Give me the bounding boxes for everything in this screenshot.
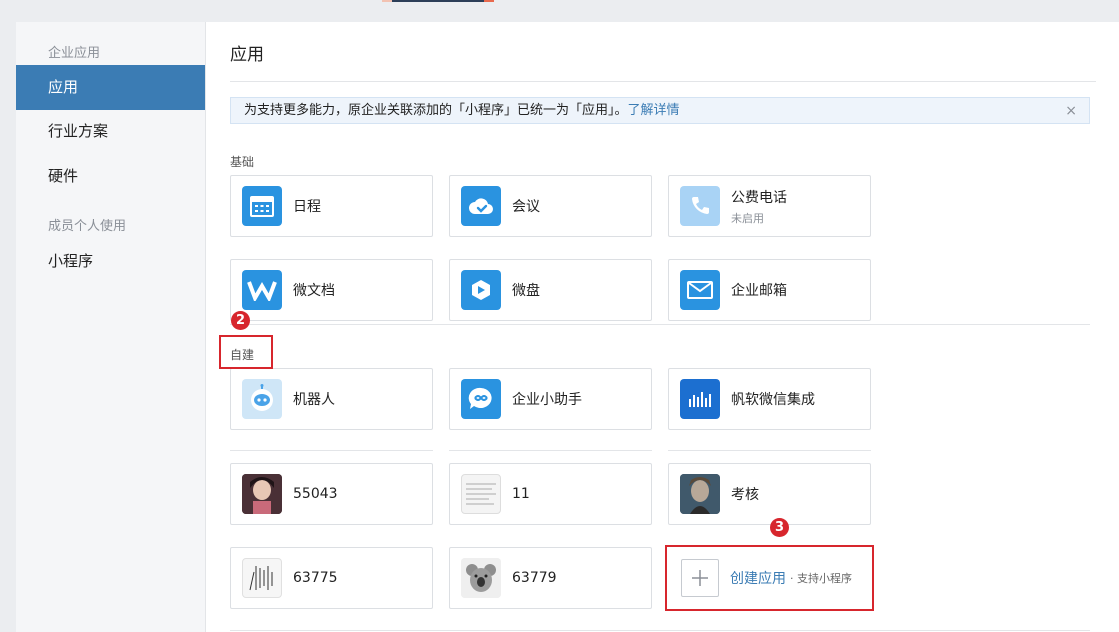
app-card-63779[interactable]: 63779: [449, 547, 652, 609]
divider: [230, 630, 1090, 631]
sidebar-item-apps[interactable]: 应用: [16, 65, 205, 110]
app-name: 55043: [293, 486, 338, 502]
main-panel: 应用 为支持更多能力，原企业关联添加的「小程序」已统一为「应用」。了解详情 × …: [206, 22, 1119, 632]
sidebar-item-industry-solutions[interactable]: 行业方案: [16, 109, 108, 154]
app-card-assistant[interactable]: 企业小助手: [449, 368, 652, 430]
top-tab-indicator-edge: [382, 0, 392, 2]
divider: [230, 450, 433, 451]
sidebar-group-enterprise: 企业应用: [48, 46, 101, 61]
robot-icon: [242, 379, 282, 419]
avatar-thumbnail-icon: [242, 474, 282, 514]
notice-text: 为支持更多能力，原企业关联添加的「小程序」已统一为「应用」。: [244, 103, 628, 118]
page-title: 应用: [230, 45, 264, 65]
sidebar-group-member: 成员个人使用: [48, 219, 127, 234]
mail-icon: [680, 270, 720, 310]
app-card-assessment[interactable]: 考核: [668, 463, 871, 525]
app-card-meeting[interactable]: 会议: [449, 175, 652, 237]
phone-icon: [680, 186, 720, 226]
app-status: 未启用: [731, 211, 764, 225]
calendar-icon: [242, 186, 282, 226]
annotation-box-custom: [219, 335, 273, 369]
app-card-11[interactable]: 11: [449, 463, 652, 525]
app-name: 机器人: [293, 392, 335, 408]
app-card-mail[interactable]: 企业邮箱: [668, 259, 871, 321]
annotation-badge-2: 2: [231, 311, 250, 330]
sidebar-item-mini-programs[interactable]: 小程序: [16, 239, 93, 284]
app-name: 微盘: [512, 283, 540, 299]
app-name: 帆软微信集成: [731, 392, 815, 408]
app-name: 会议: [512, 199, 540, 215]
app-card-robot[interactable]: 机器人: [230, 368, 433, 430]
section-label-basic: 基础: [230, 155, 255, 169]
app-name: 11: [512, 486, 530, 502]
divider: [668, 450, 871, 451]
top-tab-indicator-edge-right: [484, 0, 494, 2]
doc-w-icon: [242, 270, 282, 310]
app-card-fanruan[interactable]: 帆软微信集成: [668, 368, 871, 430]
divider: [230, 324, 1090, 325]
app-card-docs[interactable]: 微文档: [230, 259, 433, 321]
photo-thumbnail-icon: [680, 474, 720, 514]
app-name: 63775: [293, 570, 338, 586]
app-card-drive[interactable]: 微盘: [449, 259, 652, 321]
annotation-box-create: [665, 545, 874, 611]
app-name: 微文档: [293, 283, 335, 299]
divider: [449, 450, 652, 451]
learn-more-link[interactable]: 了解详情: [628, 103, 680, 118]
top-tab-indicator: [392, 0, 484, 2]
divider: [230, 81, 1096, 82]
sketch-thumbnail-icon: [242, 558, 282, 598]
assistant-icon: [461, 379, 501, 419]
app-card-55043[interactable]: 55043: [230, 463, 433, 525]
sidebar: 企业应用 应用 行业方案 硬件 成员个人使用 小程序: [16, 22, 206, 632]
app-name: 考核: [731, 487, 759, 503]
app-name: 企业邮箱: [731, 283, 787, 299]
app-card-phone[interactable]: 公费电话 未启用: [668, 175, 871, 237]
koala-thumbnail-icon: [461, 558, 501, 598]
cloud-meeting-icon: [461, 186, 501, 226]
app-name: 63779: [512, 570, 557, 586]
app-card-calendar[interactable]: 日程: [230, 175, 433, 237]
app-name: 企业小助手: [512, 392, 582, 408]
app-name: 公费电话: [731, 189, 787, 206]
app-card-63775[interactable]: 63775: [230, 547, 433, 609]
fanruan-icon: [680, 379, 720, 419]
app-name: 日程: [293, 199, 321, 215]
drive-icon: [461, 270, 501, 310]
notice-banner: 为支持更多能力，原企业关联添加的「小程序」已统一为「应用」。了解详情 ×: [230, 97, 1090, 124]
close-icon[interactable]: ×: [1065, 98, 1077, 124]
sidebar-item-hardware[interactable]: 硬件: [16, 154, 78, 199]
annotation-badge-3: 3: [770, 518, 789, 537]
document-thumbnail-icon: [461, 474, 501, 514]
